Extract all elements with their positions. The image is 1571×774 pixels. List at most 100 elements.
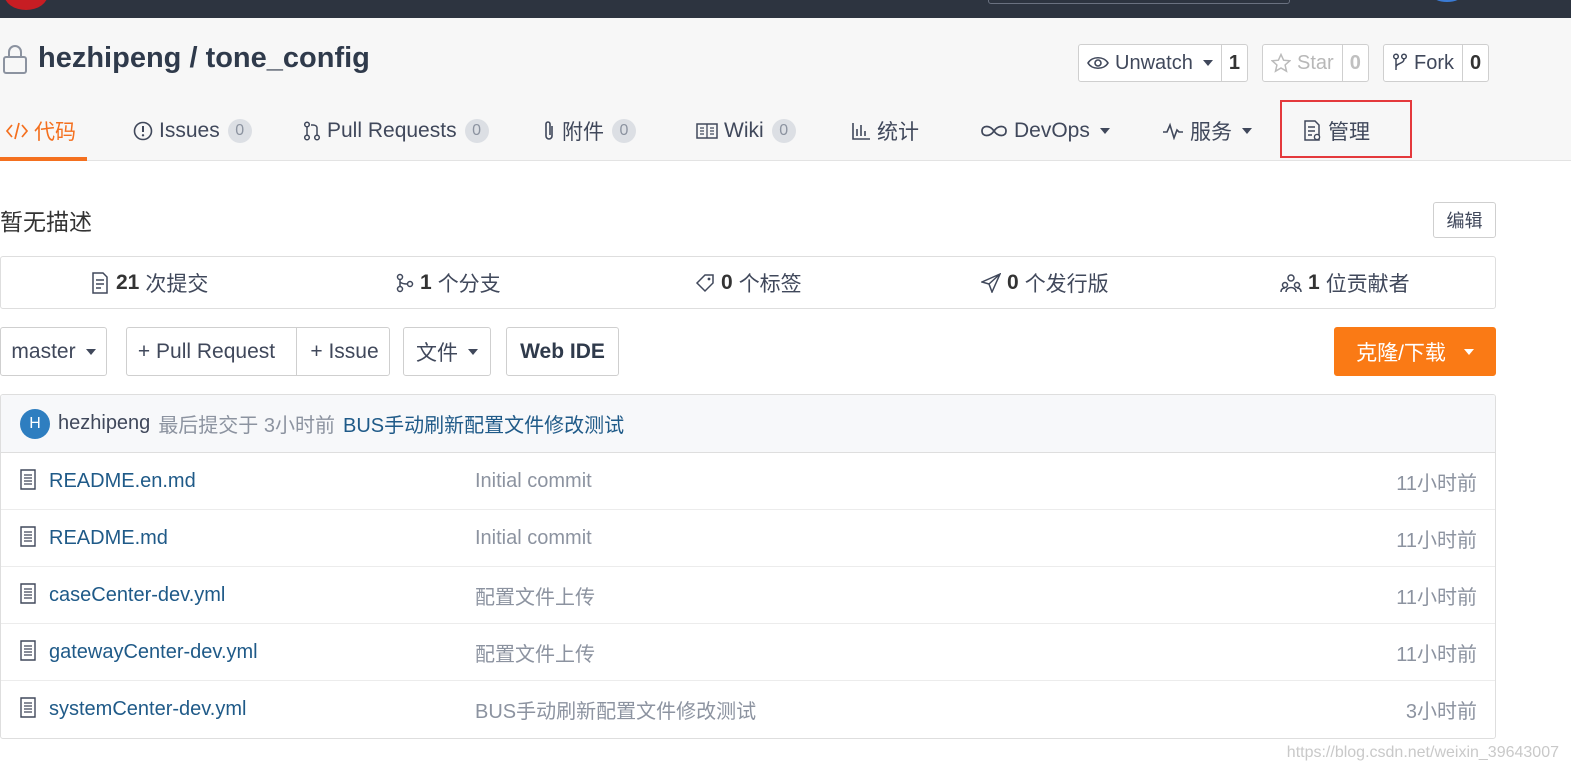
tab-pull-requests[interactable]: Pull Requests 0 xyxy=(303,100,489,161)
star-button[interactable]: Star 0 xyxy=(1262,44,1369,82)
file-menu-button[interactable]: 文件 xyxy=(403,327,491,376)
repo-name-link[interactable]: tone_config xyxy=(206,42,370,75)
chevron-down-icon xyxy=(1463,348,1474,355)
file-name-link[interactable]: systemCenter-dev.yml xyxy=(49,681,246,738)
tab-count-badge: 0 xyxy=(771,118,796,143)
tab-wiki[interactable]: Wiki 0 xyxy=(696,100,796,161)
commit-message-link[interactable]: BUS手动刷新配置文件修改测试 xyxy=(343,409,624,438)
tab-attachments[interactable]: 附件 0 xyxy=(542,100,636,161)
file-row[interactable]: systemCenter-dev.yml BUS手动刷新配置文件修改测试 3小时… xyxy=(1,681,1495,738)
web-ide-button[interactable]: Web IDE xyxy=(506,327,619,376)
file-commit-message[interactable]: Initial commit xyxy=(475,510,592,567)
stat-commits[interactable]: 21 次提交 xyxy=(90,257,208,308)
search-input[interactable] xyxy=(988,0,1290,4)
stat-branches[interactable]: 1 个分支 xyxy=(396,257,501,308)
file-commit-time: 11小时前 xyxy=(1396,587,1477,609)
repo-owner-link[interactable]: hezhipeng xyxy=(38,42,181,75)
file-name-link[interactable]: README.md xyxy=(49,510,168,567)
stat-count: 0 xyxy=(1007,270,1019,294)
tab-label: 统计 xyxy=(877,120,919,144)
file-commit-time: 11小时前 xyxy=(1396,473,1477,495)
watermark: https://blog.csdn.net/weixin_39643007 xyxy=(1286,744,1559,761)
tab-label: 代码 xyxy=(34,120,76,144)
tab-devops[interactable]: DevOps xyxy=(980,100,1110,161)
file-icon xyxy=(20,697,36,718)
clone-label: 克隆/下载 xyxy=(1356,341,1446,365)
user-avatar[interactable] xyxy=(1432,0,1462,2)
file-row[interactable]: README.md Initial commit 11小时前 xyxy=(1,510,1495,567)
fork-count[interactable]: 0 xyxy=(1462,45,1488,81)
commit-list-icon xyxy=(92,271,108,294)
star-icon xyxy=(1271,53,1291,73)
stat-label: 次提交 xyxy=(145,272,209,296)
tab-issues[interactable]: Issues 0 xyxy=(133,100,252,161)
tab-label: Pull Requests xyxy=(327,118,457,142)
edit-description-button[interactable]: 编辑 xyxy=(1433,202,1496,238)
stat-count: 1 xyxy=(1308,270,1320,294)
file-name-link[interactable]: caseCenter-dev.yml xyxy=(49,567,225,624)
stat-count: 1 xyxy=(420,270,432,294)
file-commit-time: 3小时前 xyxy=(1405,701,1477,723)
new-issue-button[interactable]: + Issue xyxy=(295,328,393,375)
stat-label: 个标签 xyxy=(738,272,802,296)
repo-stats-bar: 21 次提交 1 个分支 0 个标签 0 个发行版 1 位贡献者 xyxy=(0,256,1496,309)
star-label: Star xyxy=(1297,51,1334,74)
chevron-down-icon xyxy=(468,348,478,355)
tab-count-badge: 0 xyxy=(227,118,252,143)
repo-separator: / xyxy=(181,42,206,74)
contributors-icon xyxy=(1280,273,1302,292)
pull-request-icon xyxy=(303,120,321,141)
branch-select[interactable]: master xyxy=(0,327,107,376)
file-icon xyxy=(20,469,36,490)
fork-button[interactable]: Fork 0 xyxy=(1383,44,1490,82)
bar-chart-icon xyxy=(852,122,870,140)
file-commit-message[interactable]: 配置文件上传 xyxy=(475,624,595,681)
file-name-link[interactable]: gatewayCenter-dev.yml xyxy=(49,624,258,681)
file-name-link[interactable]: README.en.md xyxy=(49,453,196,510)
tab-services[interactable]: 服务 xyxy=(1162,100,1252,161)
star-count[interactable]: 0 xyxy=(1341,45,1368,81)
new-pull-request-button[interactable]: + Pull Request xyxy=(124,328,290,375)
top-navbar xyxy=(0,0,1571,18)
paperclip-icon xyxy=(545,120,553,140)
commit-author[interactable]: hezhipeng xyxy=(58,412,150,435)
send-icon xyxy=(981,272,1001,293)
author-avatar[interactable]: H xyxy=(20,408,50,439)
gitee-logo[interactable] xyxy=(4,0,48,10)
file-row[interactable]: gatewayCenter-dev.yml 配置文件上传 11小时前 xyxy=(1,624,1495,681)
stat-contributors[interactable]: 1 位贡献者 xyxy=(1280,257,1410,308)
watch-button[interactable]: Unwatch 1 xyxy=(1078,44,1248,82)
commit-meta: 最后提交于 3小时前 xyxy=(158,415,335,437)
stat-tags[interactable]: 0 个标签 xyxy=(695,257,802,308)
tag-icon xyxy=(695,273,714,292)
stat-label: 位贡献者 xyxy=(1325,272,1410,296)
tab-label: 附件 xyxy=(562,120,604,144)
code-icon xyxy=(6,122,28,139)
tab-label: Wiki xyxy=(724,118,764,142)
file-icon xyxy=(20,526,36,547)
clone-download-button[interactable]: 克隆/下载 xyxy=(1334,327,1496,376)
tab-label: DevOps xyxy=(1014,118,1090,142)
file-commit-message[interactable]: BUS手动刷新配置文件修改测试 xyxy=(475,681,756,738)
eye-icon xyxy=(1087,56,1109,70)
file-row[interactable]: README.en.md Initial commit 11小时前 xyxy=(1,453,1495,510)
watch-count[interactable]: 1 xyxy=(1220,45,1247,81)
file-commit-message[interactable]: 配置文件上传 xyxy=(475,567,595,624)
chevron-down-icon xyxy=(1242,127,1252,134)
file-commit-time: 11小时前 xyxy=(1396,644,1477,666)
lock-icon xyxy=(3,45,27,74)
file-row[interactable]: caseCenter-dev.yml 配置文件上传 11小时前 xyxy=(1,567,1495,624)
repo-title: hezhipeng / tone_config xyxy=(38,42,370,75)
tab-code[interactable]: 代码 xyxy=(0,100,87,161)
tab-count-badge: 0 xyxy=(464,118,489,143)
file-commit-message[interactable]: Initial commit xyxy=(475,453,592,510)
new-button-group: + Pull Request + Issue xyxy=(126,327,390,376)
tab-statistics[interactable]: 统计 xyxy=(851,100,919,161)
file-icon xyxy=(20,640,36,661)
pulse-icon xyxy=(1163,122,1183,140)
branch-icon xyxy=(396,273,414,292)
stat-releases[interactable]: 0 个发行版 xyxy=(981,257,1109,308)
stat-label: 个发行版 xyxy=(1024,272,1109,296)
branch-label: master xyxy=(11,339,76,363)
stat-count: 21 xyxy=(116,270,140,294)
